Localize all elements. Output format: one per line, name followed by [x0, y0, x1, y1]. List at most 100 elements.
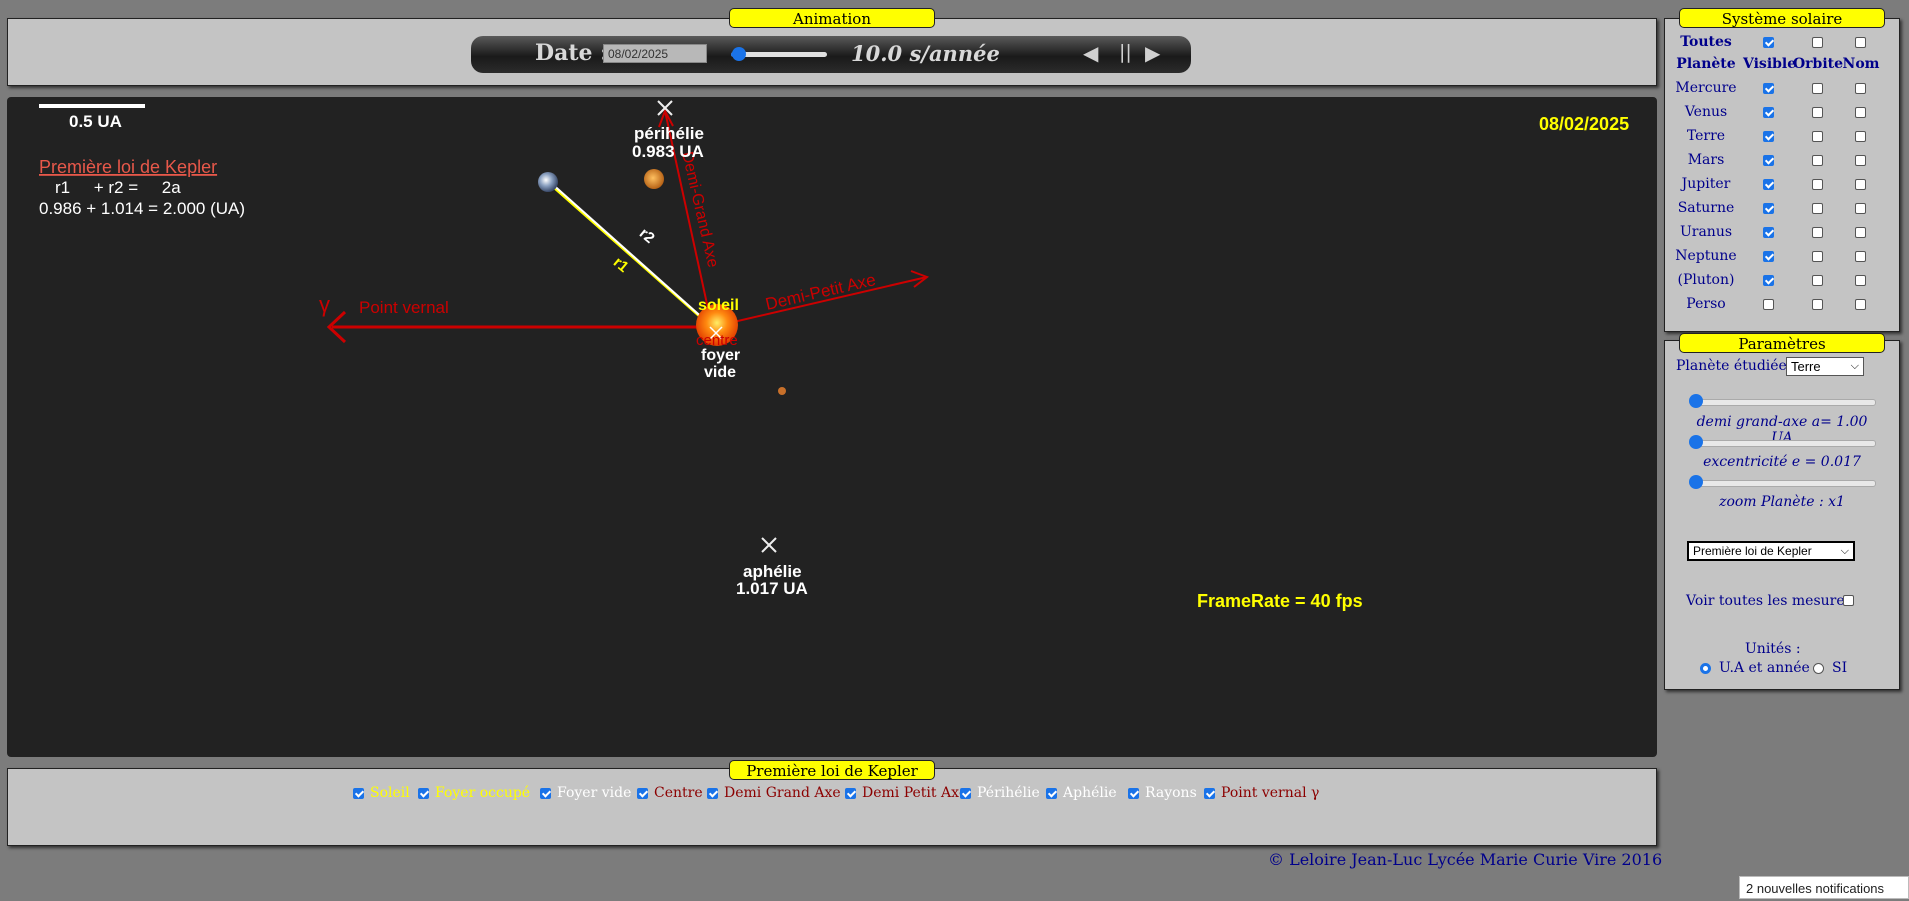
visible-checkbox[interactable] — [1763, 251, 1774, 262]
visible-checkbox[interactable] — [1763, 37, 1774, 48]
unit-ua-radio[interactable] — [1700, 663, 1711, 674]
legend-checkbox[interactable] — [960, 788, 971, 799]
nom-checkbox[interactable] — [1855, 107, 1866, 118]
legend-checkbox[interactable] — [353, 788, 364, 799]
excentricite-slider[interactable] — [1689, 435, 1876, 449]
animation-bar: Date : 08/02/2025 10.0 s/année ◀ || ▶ — [471, 36, 1191, 73]
orbite-checkbox[interactable] — [1812, 131, 1823, 142]
visible-checkbox[interactable] — [1763, 203, 1774, 214]
orbite-checkbox[interactable] — [1812, 275, 1823, 286]
orbite-checkbox[interactable] — [1812, 299, 1823, 310]
solar-system-row: Neptune — [1671, 248, 1901, 272]
zoom-thumb[interactable] — [1689, 475, 1703, 489]
date-input[interactable]: 08/02/2025 — [603, 44, 707, 63]
visible-checkbox[interactable] — [1763, 179, 1774, 190]
legend-checkbox[interactable] — [637, 788, 648, 799]
demi-grand-axe-label: Demi-Grand Axe — [678, 150, 721, 269]
nom-checkbox[interactable] — [1855, 131, 1866, 142]
orbite-checkbox[interactable] — [1812, 227, 1823, 238]
orbite-checkbox[interactable] — [1812, 37, 1823, 48]
chevron-down-icon: ⌵ — [1850, 360, 1859, 372]
orbite-checkbox[interactable] — [1812, 251, 1823, 262]
parameters-title: Paramètres — [1679, 333, 1885, 353]
header-visible: Visible — [1743, 56, 1797, 72]
orbite-checkbox[interactable] — [1812, 83, 1823, 94]
planet-select[interactable]: Terre ⌵ — [1786, 357, 1864, 376]
legend-checkbox[interactable] — [540, 788, 551, 799]
visible-checkbox[interactable] — [1763, 227, 1774, 238]
nom-checkbox[interactable] — [1855, 83, 1866, 94]
header-planete: Planète — [1676, 56, 1736, 72]
legend-checkbox[interactable] — [1046, 788, 1057, 799]
unit-si-radio[interactable] — [1813, 663, 1824, 674]
unit-si-label: SI — [1832, 660, 1848, 676]
visible-checkbox[interactable] — [1763, 155, 1774, 166]
planet-name: (Pluton) — [1677, 272, 1735, 288]
simulation-canvas[interactable]: 0.5 UA Première loi de Kepler r1 + r2 = … — [7, 97, 1657, 757]
planet-label: Planète étudiée : — [1676, 358, 1797, 374]
legend-label: Rayons — [1145, 785, 1197, 801]
demi-grand-axe-thumb[interactable] — [1689, 394, 1703, 408]
visible-checkbox[interactable] — [1763, 299, 1774, 310]
pause-icon[interactable]: || — [1119, 41, 1132, 63]
mode-select[interactable]: Première loi de Kepler ⌵ — [1687, 541, 1855, 561]
planet-name: Mercure — [1675, 80, 1737, 96]
zoom-slider[interactable] — [1689, 475, 1876, 489]
aphelie-marker — [761, 537, 777, 553]
planet-name: Saturne — [1677, 200, 1735, 216]
visible-checkbox[interactable] — [1763, 107, 1774, 118]
excentricite-thumb[interactable] — [1689, 435, 1703, 449]
nom-checkbox[interactable] — [1855, 251, 1866, 262]
demi-grand-axe-slider[interactable] — [1689, 394, 1876, 408]
orbite-checkbox[interactable] — [1812, 107, 1823, 118]
nom-checkbox[interactable] — [1855, 179, 1866, 190]
visible-checkbox[interactable] — [1763, 275, 1774, 286]
solar-system-row: (Pluton) — [1671, 272, 1901, 296]
speed-slider-thumb[interactable] — [731, 47, 746, 61]
legend-label: Aphélie — [1063, 785, 1117, 801]
foyer-vide-label-1: foyer — [701, 347, 740, 364]
date-label: Date : — [535, 40, 609, 66]
nom-checkbox[interactable] — [1855, 299, 1866, 310]
foyer-vide-label-2: vide — [704, 364, 736, 381]
voir-mesures-checkbox[interactable] — [1843, 595, 1854, 606]
nom-checkbox[interactable] — [1855, 275, 1866, 286]
legend-checkbox[interactable] — [1128, 788, 1139, 799]
kepler-formula-line1: r1 + r2 = 2a — [55, 178, 181, 197]
nom-checkbox[interactable] — [1855, 37, 1866, 48]
legend-label: Demi Grand Axe — [724, 785, 841, 801]
planet-name: Uranus — [1679, 224, 1733, 240]
speed-slider[interactable] — [731, 47, 827, 61]
visible-checkbox[interactable] — [1763, 83, 1774, 94]
mode-select-value: Première loi de Kepler — [1693, 544, 1812, 558]
solar-system-row: Jupiter — [1671, 176, 1901, 200]
planet-name: Mars — [1687, 152, 1725, 168]
orbite-checkbox[interactable] — [1812, 155, 1823, 166]
planet-name: Jupiter — [1681, 176, 1731, 192]
kepler-formula-line2: 0.986 + 1.014 = 2.000 (UA) — [39, 199, 245, 218]
legend-checkbox[interactable] — [845, 788, 856, 799]
prev-icon[interactable]: ◀ — [1083, 41, 1098, 65]
notification-badge[interactable]: 2 nouvelles notifications — [1739, 876, 1909, 899]
aphelie-value: 1.017 UA — [736, 579, 808, 598]
zoom-label: zoom Planète : x1 — [1719, 494, 1845, 510]
legend-label: Foyer occupé — [435, 785, 531, 801]
nom-checkbox[interactable] — [1855, 227, 1866, 238]
orbit-drawing: 0.5 UA Première loi de Kepler r1 + r2 = … — [39, 100, 1629, 611]
nom-checkbox[interactable] — [1855, 155, 1866, 166]
orbite-checkbox[interactable] — [1812, 179, 1823, 190]
next-icon[interactable]: ▶ — [1145, 41, 1160, 65]
legend-label: Demi Petit Axe — [862, 785, 968, 801]
legend-checkbox[interactable] — [418, 788, 429, 799]
animation-title: Animation — [729, 8, 935, 28]
mars-icon — [778, 387, 786, 395]
excentricite-label: excentricité e = 0.017 — [1703, 454, 1861, 470]
nom-checkbox[interactable] — [1855, 203, 1866, 214]
solar-system-row: Toutes — [1671, 34, 1901, 58]
orbite-checkbox[interactable] — [1812, 203, 1823, 214]
legend-label: Soleil — [370, 785, 410, 801]
visible-checkbox[interactable] — [1763, 131, 1774, 142]
legend-checkbox[interactable] — [1204, 788, 1215, 799]
perihelie-label: périhélie — [634, 124, 704, 143]
legend-checkbox[interactable] — [707, 788, 718, 799]
